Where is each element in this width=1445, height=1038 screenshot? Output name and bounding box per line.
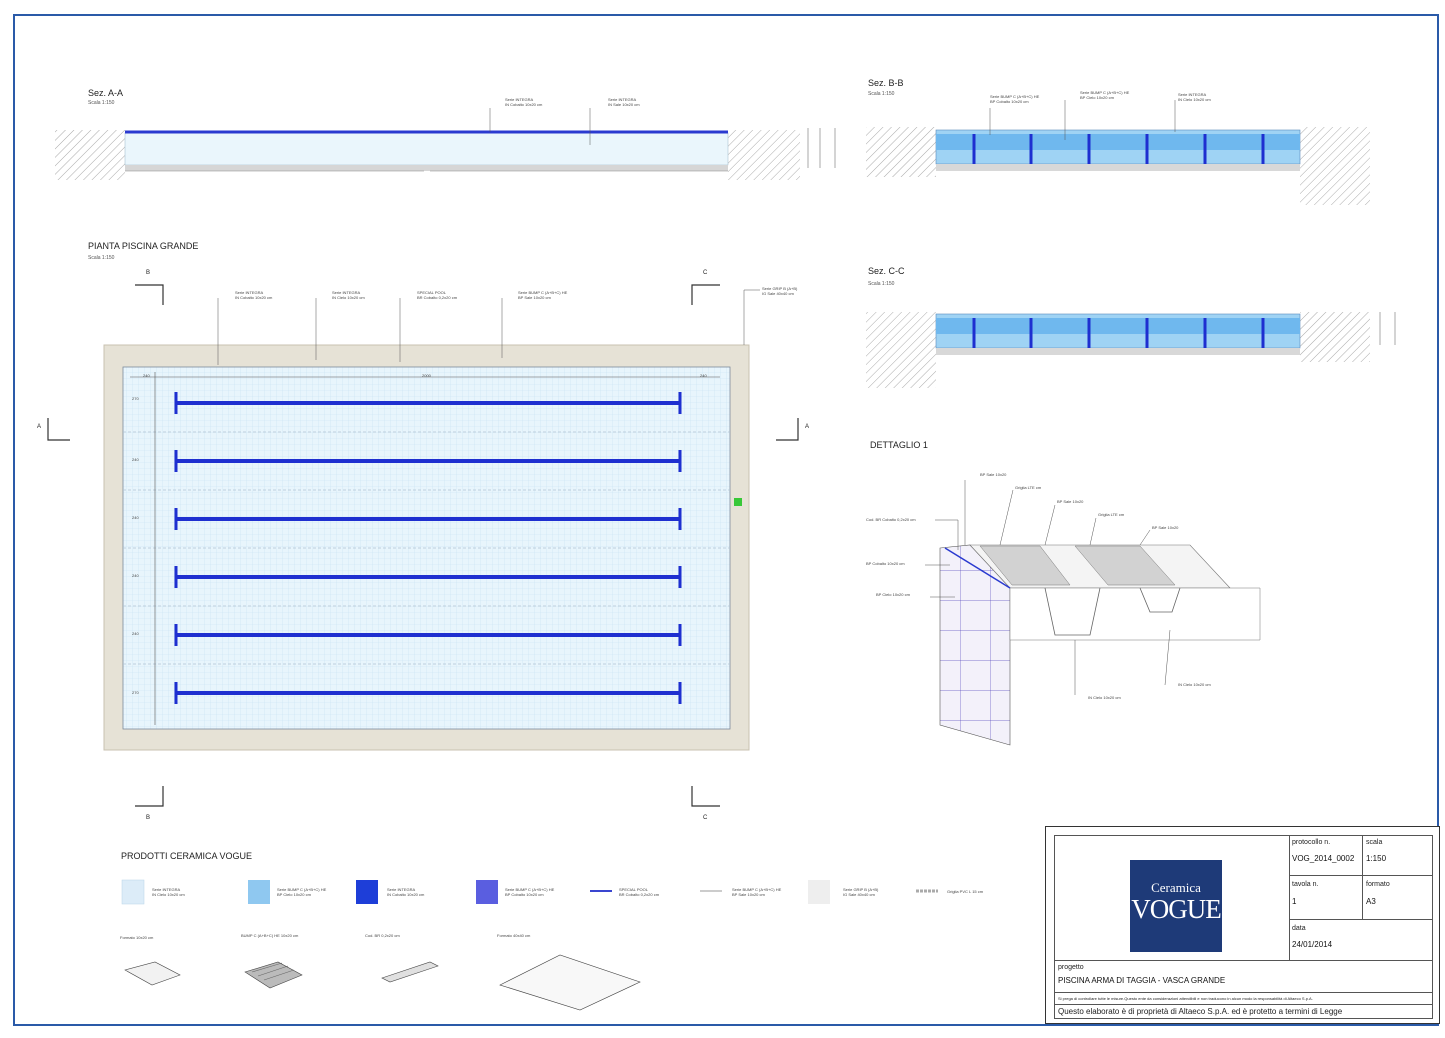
detail-label-4: Griglia LTE cm — [1098, 512, 1125, 517]
detail-label-6: Cod. BR Cobalto 0,2x20 cm — [866, 517, 916, 522]
plan-lane-dim-1: 270 — [132, 396, 139, 401]
detail-label-10: IN Cielo 10x20 cm — [1178, 682, 1211, 687]
section-bb-label-2: Serie BUMP C (A+B+C) HE BP Cielo 10x20 c… — [1080, 90, 1130, 100]
section-aa-scale: Scala 1:150 — [88, 100, 115, 106]
section-cc-drawing — [866, 312, 1396, 388]
product-label-6: Serie BUMP C (A+B+C) HE BP Sale 10x20 cm — [732, 887, 782, 897]
copyright: Questo elaborato è di proprietà di Altae… — [1058, 1007, 1343, 1016]
plan-label-3: SPECIAL POOL BR Cobalto 0,2x20 cm — [417, 290, 458, 300]
data-value: 24/01/2014 — [1292, 940, 1333, 949]
section-aa-label-1: Serie INTEGRA IN Cobalto 10x20 cm — [505, 97, 543, 107]
disclaimer: Si prega di controllare tutte le misure.… — [1058, 996, 1313, 1001]
plan-dim-mid: 2000 — [422, 373, 431, 378]
plan-dim-left: 240 — [143, 373, 150, 378]
plan-lane-dim-5: 240 — [132, 631, 139, 636]
section-aa-title: Sez. A-A — [88, 88, 124, 98]
detail-label-7: BP Cobalto 10x20 cm — [866, 561, 905, 566]
tavola-value: 1 — [1292, 897, 1297, 906]
section-bb-label-1: Serie BUMP C (A+B+C) HE BP Cobalto 10x20… — [990, 94, 1040, 104]
logo-box: Ceramica VOGUE — [1054, 835, 1290, 961]
section-bb-label-3: Serie INTEGRA IN Cielo 10x20 cm — [1178, 92, 1211, 102]
plan-title: PIANTA PISCINA GRANDE — [88, 241, 199, 251]
detail-label-5: BP Sale 10x20 — [1152, 525, 1179, 530]
section-cc-title: Sez. C-C — [868, 266, 905, 276]
detail-title: DETTAGLIO 1 — [870, 440, 928, 450]
marker-a-left: A — [37, 424, 42, 430]
section-aa-label-2: Serie INTEGRA IN Sale 10x20 cm — [608, 97, 640, 107]
logo-line-2: VOGUE — [1131, 894, 1222, 924]
products-legend — [121, 879, 938, 1011]
protocollo-label: protocollo n. — [1292, 839, 1331, 846]
product-label-8: Griglia PVC L 15 cm — [947, 889, 984, 894]
format-label-3: Cod. BR 0,2x20 cm — [365, 933, 400, 938]
format-label-2: BUMP C (A+B+C) HE 10x20 cm — [241, 933, 299, 938]
ceramica-vogue-logo: Ceramica VOGUE — [1130, 860, 1222, 952]
marker-b-bottom: B — [146, 815, 151, 821]
section-cc-scale: Scala 1:150 — [868, 281, 895, 287]
product-label-2: Serie BUMP C (A+B+C) HE BP Cielo 10x20 c… — [277, 887, 327, 897]
plan-label-5: Serie GRIP B (A+B) IG Sale 40x40 cm — [762, 286, 798, 296]
product-label-5: SPECIAL POOL BR Cobalto 0,2x20 cm — [619, 887, 660, 897]
format-label-4: Formato 40x40 cm — [497, 933, 531, 938]
format-label-1: Formato 10x20 cm — [120, 935, 154, 940]
section-bb-scale: Scala 1:150 — [868, 91, 895, 97]
progetto-label: progetto — [1058, 964, 1084, 971]
product-label-7: Serie GRIP B (A+B) IG Sale 40x40 cm — [843, 887, 879, 897]
progetto-value: PISCINA ARMA DI TAGGIA - VASCA GRANDE — [1058, 976, 1226, 985]
plan-scale: Scala 1:150 — [88, 255, 115, 261]
plan-lane-dim-4: 240 — [132, 573, 139, 578]
detail-label-1: BP Sale 10x20 — [980, 472, 1007, 477]
plan-label-2: Serie INTEGRA IN Cielo 10x20 cm — [332, 290, 365, 300]
plan-drawing — [47, 284, 799, 807]
product-label-3: Serie INTEGRA IN Cobalto 10x20 cm — [387, 887, 425, 897]
plan-label-1: Serie INTEGRA IN Cobalto 10x20 cm — [235, 290, 273, 300]
marker-c-top: C — [703, 270, 708, 276]
product-label-4: Serie BUMP C (A+B+C) HE BP Cobalto 10x20… — [505, 887, 555, 897]
marker-b-top: B — [146, 270, 151, 276]
section-aa-drawing — [55, 108, 836, 180]
section-bb-drawing — [866, 100, 1370, 205]
plan-lane-dim-6: 270 — [132, 690, 139, 695]
marker-a-right: A — [805, 424, 810, 430]
scala-value: 1:150 — [1366, 854, 1387, 863]
formato-value: A3 — [1366, 897, 1376, 906]
detail-label-9: IN Cielo 10x20 cm — [1088, 695, 1121, 700]
plan-lane-dim-3: 240 — [132, 515, 139, 520]
protocollo-value: VOG_2014_0002 — [1292, 854, 1355, 863]
detail-1-drawing — [925, 480, 1261, 746]
scala-label: scala — [1366, 839, 1383, 846]
plan-lane-dim-2: 240 — [132, 457, 139, 462]
detail-label-8: BP Cielo 10x20 cm — [876, 592, 910, 597]
products-title: PRODOTTI CERAMICA VOGUE — [121, 851, 253, 861]
data-label: data — [1292, 925, 1306, 932]
title-block: Ceramica VOGUE protocollo n. VOG_2014_00… — [1045, 826, 1440, 1024]
section-bb-title: Sez. B-B — [868, 78, 904, 88]
detail-label-2: Griglia LTE cm — [1015, 485, 1042, 490]
marker-c-bottom: C — [703, 815, 708, 821]
plan-label-4: Serie BUMP C (A+B+C) HE BP Sale 10x20 cm — [518, 290, 568, 300]
product-label-1: Serie INTEGRA IN Cielo 10x20 cm — [152, 887, 185, 897]
formato-label: formato — [1366, 881, 1390, 888]
tavola-label: tavola n. — [1292, 881, 1319, 888]
plan-dim-right: 240 — [700, 373, 707, 378]
detail-label-3: BP Sale 10x20 — [1057, 499, 1084, 504]
